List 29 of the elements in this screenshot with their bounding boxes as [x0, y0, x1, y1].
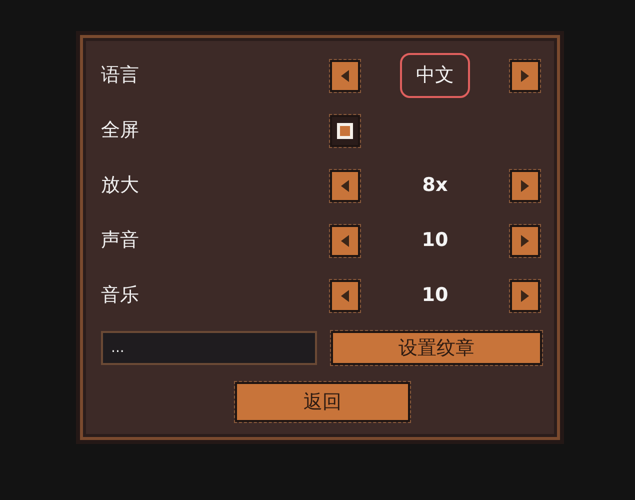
left-triangle-icon — [341, 180, 349, 192]
setting-label: 语言 — [101, 63, 140, 88]
right-arrow-button[interactable] — [510, 224, 540, 256]
right-arrow-button[interactable] — [510, 280, 540, 312]
setting-label: 全屏 — [101, 118, 140, 144]
left-arrow-button[interactable] — [330, 224, 360, 256]
setting-value: 10 — [420, 283, 450, 308]
right-arrow-button[interactable] — [510, 60, 540, 92]
emblem-field[interactable]: ... — [101, 331, 317, 365]
left-arrow-button[interactable] — [330, 170, 360, 202]
right-triangle-icon — [521, 180, 529, 192]
left-arrow-button[interactable] — [330, 280, 360, 312]
right-triangle-icon — [521, 70, 529, 82]
setting-value: 8x — [421, 173, 449, 198]
left-triangle-icon — [341, 234, 349, 246]
left-arrow-button[interactable] — [330, 60, 360, 92]
checkbox[interactable] — [330, 114, 360, 146]
left-triangle-icon — [341, 290, 349, 302]
emblem-button[interactable]: 设置纹章 — [331, 331, 542, 365]
setting-value: 中文 — [400, 53, 470, 98]
setting-label: 声音 — [101, 228, 140, 254]
left-triangle-icon — [341, 70, 349, 82]
setting-label: 放大 — [101, 173, 140, 198]
setting-label: 音乐 — [101, 283, 140, 308]
right-triangle-icon — [521, 290, 529, 302]
back-button[interactable]: 返回 — [235, 382, 410, 422]
right-arrow-button[interactable] — [510, 170, 540, 202]
right-triangle-icon — [521, 234, 529, 246]
setting-value: 10 — [420, 228, 450, 254]
